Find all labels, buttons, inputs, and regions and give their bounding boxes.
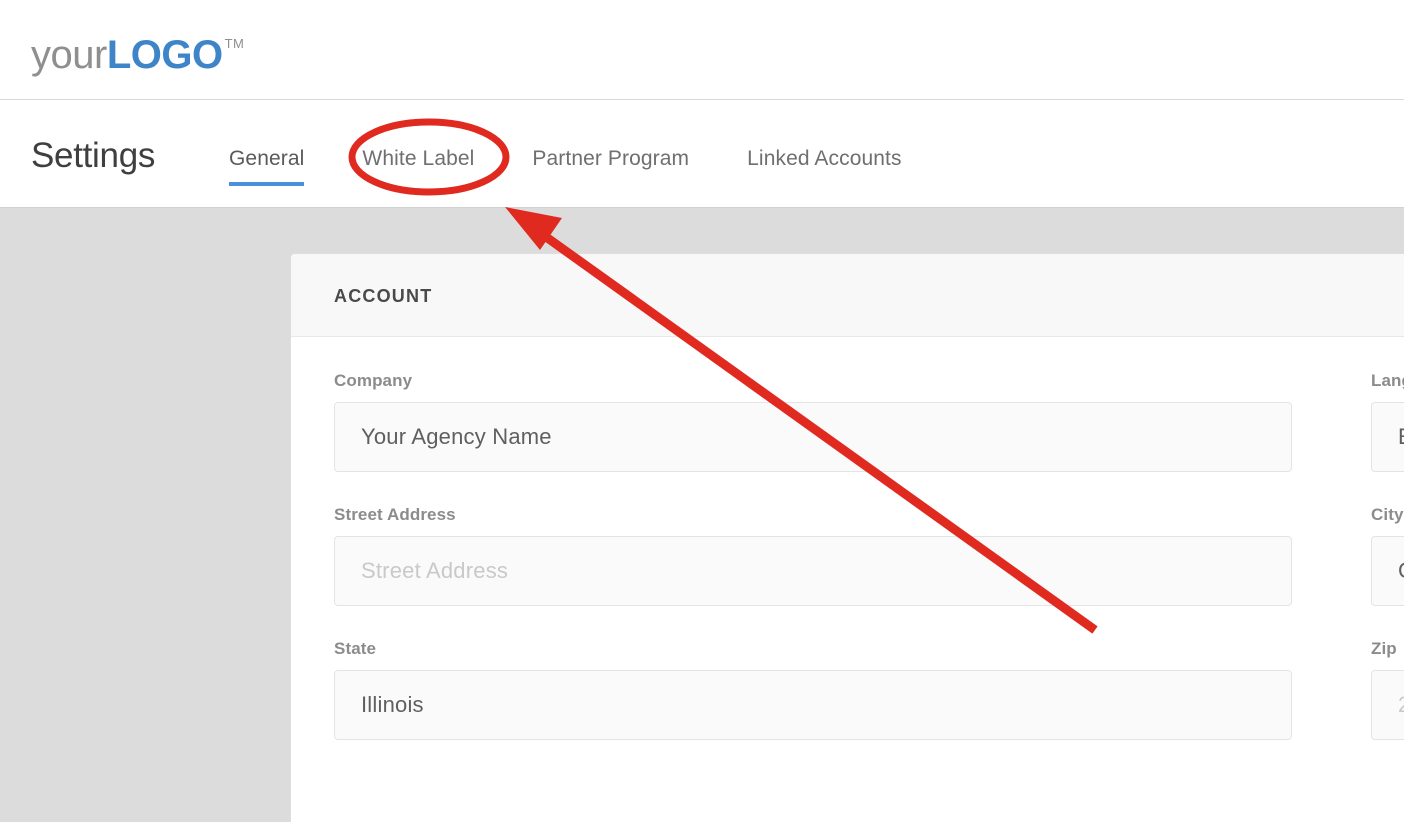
- logo-text-accent: LOGO: [106, 33, 223, 77]
- street-address-input[interactable]: Street Address: [334, 536, 1292, 606]
- field-language-label: Language: [1371, 371, 1404, 390]
- state-input[interactable]: Illinois: [334, 670, 1292, 740]
- brand-bar: yourLOGO TM: [0, 0, 1404, 100]
- zip-input[interactable]: 2: [1371, 670, 1404, 740]
- account-panel-header: ACCOUNT: [291, 254, 1404, 337]
- tab-linked-accounts[interactable]: Linked Accounts: [747, 146, 901, 186]
- trademark-icon: TM: [224, 36, 245, 51]
- tab-partner-program[interactable]: Partner Program: [532, 146, 689, 186]
- field-street-address-label: Street Address: [334, 505, 456, 524]
- form-column-left: Company Your Agency Name Street Address …: [334, 370, 1292, 772]
- field-city: City C: [1371, 504, 1404, 606]
- field-zip: Zip 2: [1371, 638, 1404, 740]
- settings-tabs: General White Label Partner Program Link…: [229, 146, 902, 186]
- field-state-label: State: [334, 639, 377, 658]
- company-input[interactable]: Your Agency Name: [334, 402, 1292, 472]
- form-column-right: Language E City C Zip 2: [1371, 370, 1404, 772]
- field-language: Language E: [1371, 370, 1404, 472]
- account-panel-title: ACCOUNT: [334, 286, 433, 306]
- field-company-label: Company: [334, 371, 413, 390]
- tab-white-label[interactable]: White Label: [362, 146, 474, 186]
- app-screen: yourLOGO TM Settings General White Label …: [0, 0, 1404, 822]
- account-form: Company Your Agency Name Street Address …: [291, 337, 1404, 822]
- field-zip-label: Zip: [1371, 639, 1397, 658]
- field-company: Company Your Agency Name: [334, 370, 1292, 472]
- field-street-address: Street Address Street Address: [334, 504, 1292, 606]
- language-input[interactable]: E: [1371, 402, 1404, 472]
- settings-nav-bar: Settings General White Label Partner Pro…: [0, 101, 1404, 208]
- tab-general[interactable]: General: [229, 146, 305, 186]
- page-title: Settings: [31, 136, 156, 175]
- field-state: State Illinois: [334, 638, 1292, 740]
- city-input[interactable]: C: [1371, 536, 1404, 606]
- field-city-label: City: [1371, 505, 1404, 524]
- account-panel: ACCOUNT Company Your Agency Name Street …: [290, 253, 1404, 822]
- logo-text-primary: your: [31, 33, 107, 77]
- app-logo[interactable]: yourLOGO TM: [31, 20, 244, 79]
